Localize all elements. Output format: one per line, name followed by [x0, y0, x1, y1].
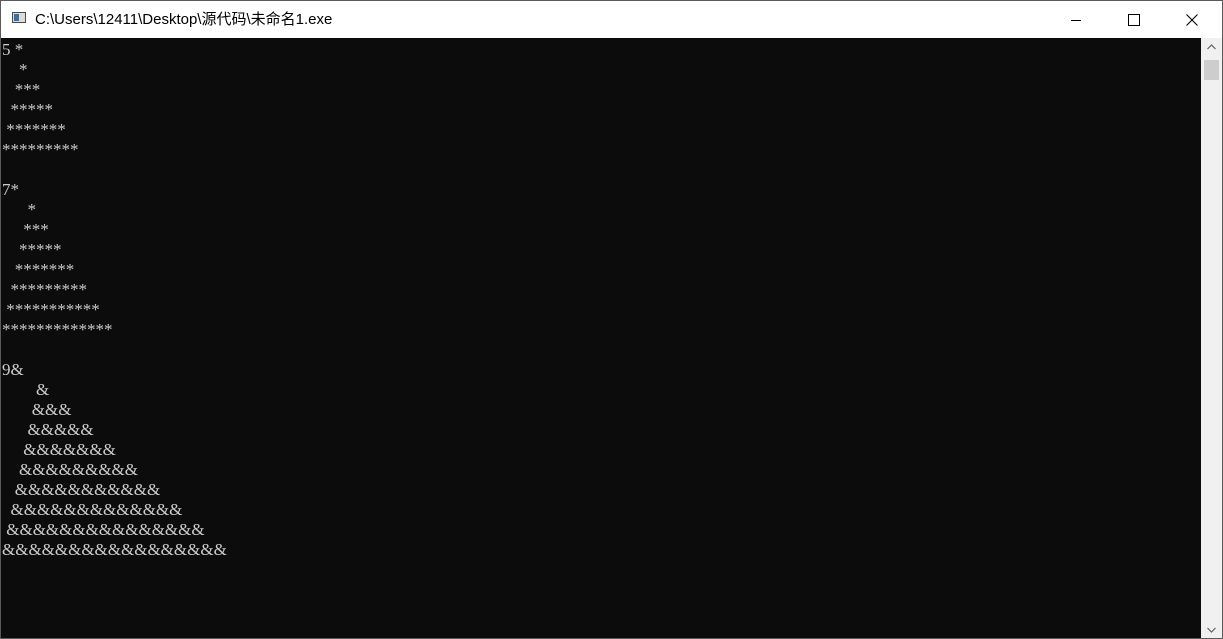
console-line: &&& — [2, 400, 72, 419]
scroll-thumb[interactable] — [1204, 60, 1219, 80]
console-line: 9& — [2, 360, 24, 379]
console-line: &&&&&&&&&&& — [2, 480, 161, 499]
console-line: &&&&&&&&&&&&& — [2, 500, 183, 519]
console-line: 5 * — [2, 40, 24, 59]
console-line: &&&&&&&&& — [2, 460, 139, 479]
console-line: &&&&&&& — [2, 440, 116, 459]
console-line: &&&&& — [2, 420, 94, 439]
scroll-down-button[interactable] — [1201, 621, 1222, 638]
console-line: &&&&&&&&&&&&&&& — [2, 520, 205, 539]
console-line: *** — [2, 220, 49, 239]
console-line: ******* — [2, 120, 66, 139]
console-app-icon[interactable] — [12, 12, 26, 23]
window-title: C:\Users\12411\Desktop\源代码\未命名1.exe — [35, 11, 333, 28]
console-line: & — [2, 380, 50, 399]
console-line: ********* — [2, 140, 79, 159]
maximize-icon — [1128, 13, 1140, 26]
title-bar[interactable]: C:\Users\12411\Desktop\源代码\未命名1.exe — [1, 1, 1222, 38]
scroll-up-arrow-icon — [1207, 43, 1216, 49]
console-window: C:\Users\12411\Desktop\源代码\未命名1.exe 5 * … — [0, 0, 1223, 639]
console-line: ***** — [2, 100, 54, 119]
console-line: * — [2, 60, 28, 79]
scroll-down-arrow-icon — [1207, 627, 1216, 633]
console-line: ********* — [2, 280, 88, 299]
maximize-button[interactable] — [1105, 1, 1163, 38]
console-line: *********** — [2, 300, 100, 319]
console-line: *** — [2, 80, 41, 99]
console-line: &&&&&&&&&&&&&&&&& — [2, 540, 227, 559]
console-line: ******* — [2, 260, 75, 279]
scroll-up-button[interactable] — [1201, 38, 1222, 55]
console-line: ***** — [2, 240, 62, 259]
close-icon — [1186, 13, 1198, 26]
vertical-scrollbar[interactable] — [1201, 38, 1222, 638]
console-line: ************* — [2, 320, 113, 339]
minimize-icon — [1071, 19, 1081, 21]
minimize-button[interactable] — [1047, 1, 1105, 38]
close-button[interactable] — [1163, 1, 1221, 38]
console-output[interactable]: 5 * * *** ***** ******* ********* 7* * ***… — [1, 38, 1201, 638]
console-line: 7* — [2, 180, 19, 199]
console-line: * — [2, 200, 37, 219]
